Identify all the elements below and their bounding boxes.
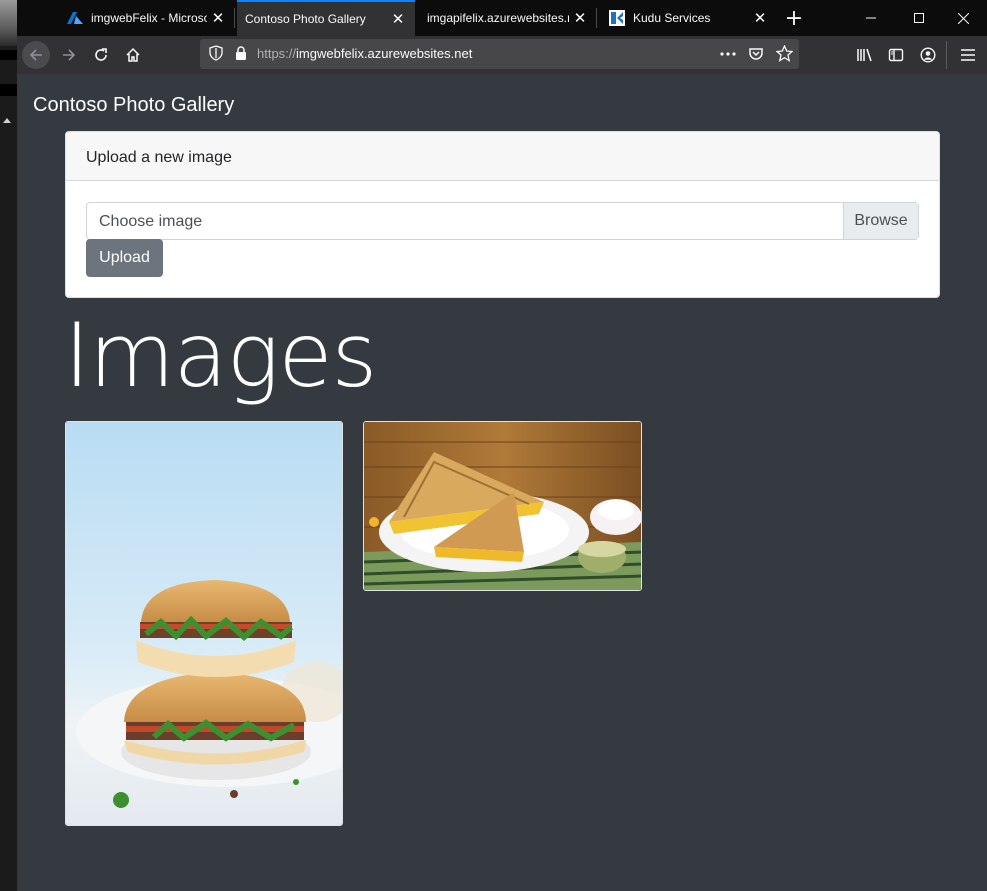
bookmark-star-icon[interactable] (776, 45, 793, 62)
file-input-placeholder: Choose image (99, 213, 203, 230)
home-icon (126, 47, 140, 62)
upload-card-header: Upload a new image (66, 132, 939, 181)
url-text[interactable]: https://imgwebfelix.azurewebsites.net (257, 46, 472, 61)
tab-separator (596, 8, 597, 28)
maximize-icon (914, 13, 924, 23)
desktop-strip-bar (0, 84, 17, 96)
tab-contoso-photo-gallery[interactable]: Contoso Photo Gallery ✕ (237, 0, 415, 36)
back-button[interactable] (22, 41, 50, 69)
azure-icon (67, 12, 83, 24)
library-icon (857, 48, 872, 62)
close-tab-icon[interactable]: ✕ (749, 9, 771, 27)
kudu-icon (609, 10, 625, 26)
forward-button[interactable] (55, 41, 83, 69)
grilled-sandwich-photo (364, 422, 641, 590)
desktop-edge (0, 0, 17, 891)
lock-icon[interactable] (235, 45, 247, 61)
navigation-toolbar: https://imgwebfelix.azurewebsites.net (17, 36, 987, 74)
shield-icon[interactable] (209, 45, 223, 61)
back-arrow-icon (29, 49, 42, 61)
home-button[interactable] (119, 41, 147, 69)
tab-separator (234, 8, 235, 28)
toolbar-separator (946, 41, 947, 69)
account-icon (920, 47, 936, 63)
account-button[interactable] (914, 41, 942, 69)
tab-strip: imgwebFelix - Microsoft Azure ✕ Contoso … (17, 0, 987, 36)
page-content: Contoso Photo Gallery Upload a new image… (17, 74, 987, 891)
upload-card: Upload a new image Choose image Browse U… (65, 131, 940, 298)
browse-button[interactable]: Browse (843, 203, 918, 239)
hamburger-menu-icon (961, 49, 975, 61)
minimize-icon (866, 17, 876, 19)
tab-title: imgapifelix.azurewebsites.net (427, 11, 569, 25)
pocket-icon[interactable] (748, 46, 764, 62)
library-button[interactable] (851, 41, 879, 69)
upload-button[interactable]: Upload (86, 239, 163, 277)
tab-kudu-services[interactable]: Kudu Services ✕ (599, 0, 777, 36)
scroll-up-icon[interactable] (3, 118, 11, 123)
desktop-thumbnail (0, 0, 17, 46)
gallery-image-grilled-sandwich[interactable] (363, 421, 642, 591)
forward-arrow-icon (63, 49, 76, 61)
new-tab-button[interactable]: + (780, 0, 808, 36)
gallery-image-banh-mi[interactable] (65, 421, 343, 826)
sandwich-photo (66, 422, 342, 825)
menu-button[interactable] (954, 41, 982, 69)
minimize-button[interactable] (847, 0, 895, 36)
desktop-strip-bar (0, 50, 17, 60)
tab-azure-portal[interactable]: imgwebFelix - Microsoft Azure ✕ (57, 0, 235, 36)
page-actions-icon[interactable] (720, 52, 736, 56)
url-bar[interactable]: https://imgwebfelix.azurewebsites.net (200, 39, 799, 69)
close-tab-icon[interactable]: ✕ (207, 9, 229, 27)
maximize-button[interactable] (895, 0, 943, 36)
close-window-icon (957, 12, 969, 24)
tab-imgapifelix[interactable]: imgapifelix.azurewebsites.net ✕ (417, 0, 597, 36)
screen: imgwebFelix - Microsoft Azure ✕ Contoso … (0, 0, 987, 891)
images-heading: Images (64, 304, 377, 407)
tab-title: imgwebFelix - Microsoft Azure (91, 11, 207, 25)
close-tab-icon[interactable]: ✕ (387, 10, 409, 28)
tab-title: Kudu Services (633, 11, 711, 25)
reload-icon (95, 48, 107, 61)
sidebar-icon (888, 48, 904, 62)
navbar-brand[interactable]: Contoso Photo Gallery (33, 94, 234, 117)
sidebar-button[interactable] (882, 41, 910, 69)
tab-title: Contoso Photo Gallery (245, 12, 366, 26)
file-input[interactable]: Choose image Browse (86, 202, 919, 240)
close-window-button[interactable] (939, 0, 987, 36)
close-tab-icon[interactable]: ✕ (569, 9, 591, 27)
reload-button[interactable] (87, 41, 115, 69)
